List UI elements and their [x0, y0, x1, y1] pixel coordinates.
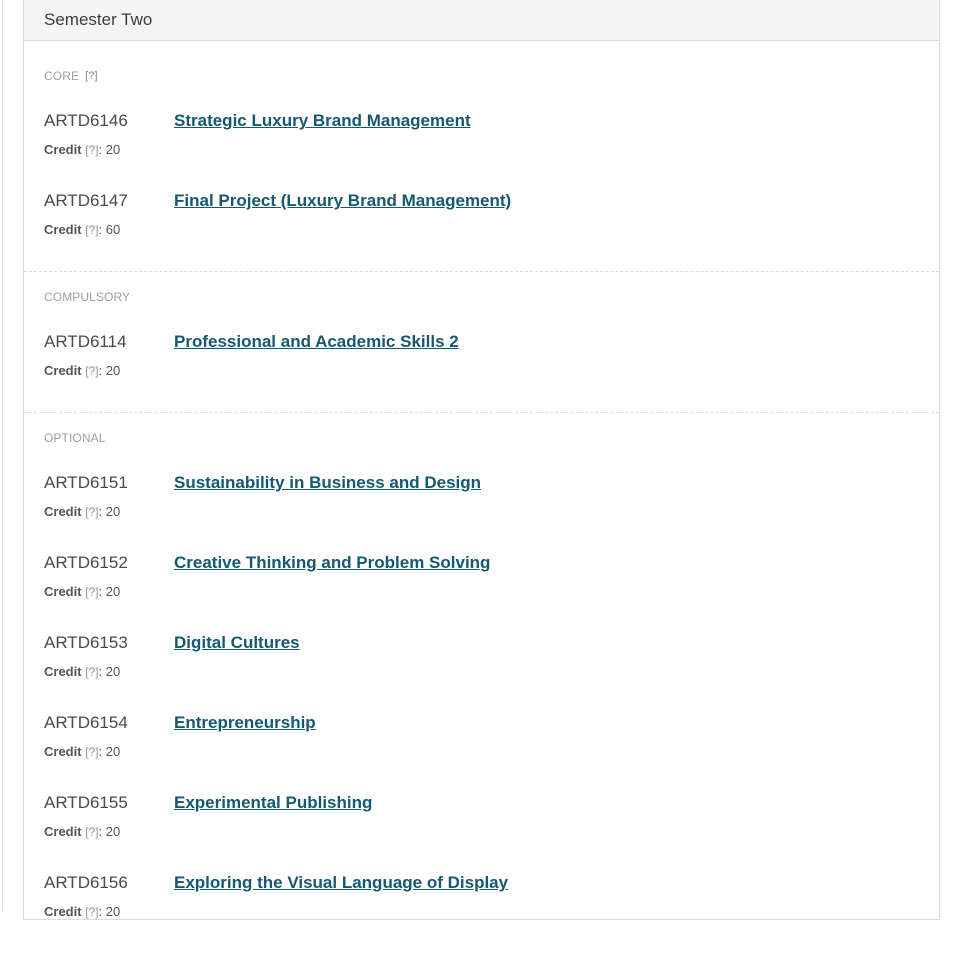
module-code: ARTD6154	[44, 713, 128, 732]
group-label-row: COMPULSORY	[44, 286, 939, 307]
credit-value: : 20	[98, 504, 121, 519]
module-title-link[interactable]: Professional and Academic Skills 2	[174, 330, 459, 354]
module-code: ARTD6151	[44, 473, 128, 492]
module-code: ARTD6146	[44, 111, 128, 130]
module-credit: Credit [?]: 20	[44, 664, 120, 680]
credit-help-link[interactable]: [?]	[85, 364, 98, 378]
credit-help-link[interactable]: [?]	[85, 825, 98, 839]
module-title-link[interactable]: Final Project (Luxury Brand Management)	[174, 189, 511, 213]
page-left-border	[2, 0, 3, 910]
module-title-link[interactable]: Creative Thinking and Problem Solving	[174, 551, 490, 575]
module-row: ARTD6152 Creative Thinking and Problem So…	[44, 551, 939, 631]
credit-help-link[interactable]: [?]	[85, 585, 98, 599]
credit-value: : 20	[98, 744, 121, 759]
credit-label: Credit	[44, 664, 82, 679]
module-title-link[interactable]: Experimental Publishing	[174, 791, 372, 815]
group-label: COMPULSORY	[44, 289, 131, 304]
credit-help-link[interactable]: [?]	[85, 223, 98, 237]
credit-label: Credit	[44, 744, 82, 759]
credit-value: : 20	[98, 824, 121, 839]
module-code: ARTD6153	[44, 633, 128, 652]
module-title-link[interactable]: Entrepreneurship	[174, 711, 316, 735]
module-row: ARTD6151 Sustainability in Business and D…	[44, 471, 939, 551]
module-credit: Credit [?]: 20	[44, 584, 120, 600]
credit-help-link[interactable]: [?]	[85, 505, 98, 519]
module-title-link[interactable]: Strategic Luxury Brand Management	[174, 109, 471, 133]
module-code: ARTD6156	[44, 873, 128, 892]
group-label: CORE	[44, 68, 80, 83]
module-title-link[interactable]: Exploring the Visual Language of Display	[174, 871, 508, 895]
credit-label: Credit	[44, 504, 82, 519]
module-groups: CORE [?] ARTD6146 Strategic Luxury Brand Ma…	[24, 41, 939, 953]
credit-label: Credit	[44, 222, 82, 237]
credit-label: Credit	[44, 142, 82, 157]
group-help-link[interactable]: [?]	[85, 70, 98, 82]
module-row: ARTD6114 Professional and Academic Skills…	[44, 330, 939, 410]
credit-label: Credit	[44, 904, 82, 919]
panel-title: Semester Two	[44, 10, 153, 29]
credit-value: : 20	[98, 584, 121, 599]
credit-help-link[interactable]: [?]	[85, 143, 98, 157]
group-label-row: CORE [?]	[44, 65, 939, 86]
group-label: OPTIONAL	[44, 430, 106, 445]
module-credit: Credit [?]: 20	[44, 824, 120, 840]
credit-label: Credit	[44, 363, 82, 378]
semester-panel: Semester Two CORE [?] ARTD6146 Strategic Lu…	[23, 0, 940, 920]
credit-label: Credit	[44, 584, 82, 599]
module-credit: Credit [?]: 60	[44, 222, 120, 238]
module-group-optional: OPTIONAL ARTD6151 Sustainability in Busine…	[24, 413, 939, 953]
credit-help-link[interactable]: [?]	[85, 665, 98, 679]
module-row: ARTD6156 Exploring the Visual Language of…	[44, 871, 939, 951]
credit-value: : 60	[98, 222, 121, 237]
module-title-link[interactable]: Sustainability in Business and Design	[174, 471, 481, 495]
module-row: ARTD6147 Final Project (Luxury Brand Mana…	[44, 189, 939, 269]
credit-value: : 20	[98, 142, 121, 157]
module-credit: Credit [?]: 20	[44, 744, 120, 760]
module-code: ARTD6152	[44, 553, 128, 572]
module-code: ARTD6114	[44, 332, 127, 351]
module-code: ARTD6155	[44, 793, 128, 812]
panel-header: Semester Two	[24, 0, 939, 41]
module-group-compulsory: COMPULSORY ARTD6114 Professional and Acade…	[24, 272, 939, 413]
module-credit: Credit [?]: 20	[44, 504, 120, 520]
module-row: ARTD6154 Entrepreneurship Credit [?]: 20	[44, 711, 939, 791]
module-title-link[interactable]: Digital Cultures	[174, 631, 300, 655]
credit-help-link[interactable]: [?]	[85, 745, 98, 759]
module-row: ARTD6155 Experimental Publishing Credit [?…	[44, 791, 939, 871]
module-code: ARTD6147	[44, 191, 128, 210]
module-group-core: CORE [?] ARTD6146 Strategic Luxury Brand Ma…	[24, 41, 939, 272]
module-row: ARTD6153 Digital Cultures Credit [?]: 20	[44, 631, 939, 711]
credit-value: : 20	[98, 363, 121, 378]
module-credit: Credit [?]: 20	[44, 142, 120, 158]
module-row: ARTD6146 Strategic Luxury Brand Managemen…	[44, 109, 939, 189]
group-label-row: OPTIONAL	[44, 427, 939, 448]
module-credit: Credit [?]: 20	[44, 363, 120, 379]
module-credit: Credit [?]: 20	[44, 904, 120, 920]
credit-value: : 20	[98, 664, 121, 679]
credit-help-link[interactable]: [?]	[85, 905, 98, 919]
credit-value: : 20	[98, 904, 121, 919]
credit-label: Credit	[44, 824, 82, 839]
